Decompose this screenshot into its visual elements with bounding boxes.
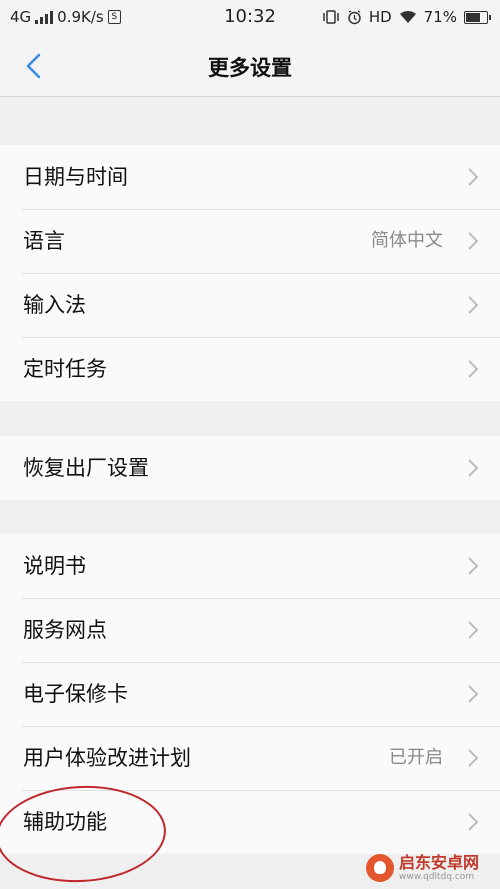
row-label: 输入法 — [23, 293, 86, 317]
settings-row-date-time[interactable]: 日期与时间 — [0, 145, 500, 209]
row-label: 语言 — [23, 229, 65, 253]
chevron-right-icon — [468, 813, 479, 831]
settings-group-1: 日期与时间 语言 简体中文 输入法 定时任务 — [0, 145, 500, 401]
wifi-icon — [399, 10, 416, 23]
nav-bar: 更多设置 — [0, 34, 500, 97]
settings-group-2: 恢复出厂设置 — [0, 436, 500, 500]
row-value: 已开启 — [389, 747, 443, 768]
battery-icon — [464, 10, 491, 24]
settings-row-factory-reset[interactable]: 恢复出厂设置 — [0, 436, 500, 500]
chevron-right-icon — [468, 749, 479, 767]
row-label: 辅助功能 — [23, 810, 107, 834]
page-title: 更多设置 — [208, 56, 292, 80]
settings-row-accessibility[interactable]: 辅助功能 — [0, 790, 500, 854]
status-right: HD 71% — [322, 8, 491, 26]
chevron-right-icon — [468, 232, 479, 250]
watermark: 启东安卓网 www.qdltdq.com — [366, 848, 498, 888]
row-label: 日期与时间 — [23, 165, 128, 189]
chevron-right-icon — [468, 296, 479, 314]
row-label: 恢复出厂设置 — [23, 456, 149, 480]
row-label: 电子保修卡 — [23, 682, 128, 706]
alarm-icon — [348, 9, 361, 24]
chevron-right-icon — [468, 621, 479, 639]
battery-percent: 71% — [423, 8, 457, 26]
settings-row-service-outlets[interactable]: 服务网点 — [0, 598, 500, 662]
chevron-right-icon — [468, 685, 479, 703]
chevron-right-icon — [468, 557, 479, 575]
settings-row-manual[interactable]: 说明书 — [0, 534, 500, 598]
settings-row-language[interactable]: 语言 简体中文 — [0, 209, 500, 273]
vibrate-icon — [323, 10, 339, 24]
row-label: 说明书 — [23, 554, 86, 578]
chevron-right-icon — [468, 360, 479, 378]
row-label: 用户体验改进计划 — [23, 746, 191, 770]
row-label: 服务网点 — [23, 618, 107, 642]
settings-row-ux-program[interactable]: 用户体验改进计划 已开启 — [0, 726, 500, 790]
watermark-title: 启东安卓网 — [399, 852, 480, 872]
settings-row-scheduled-tasks[interactable]: 定时任务 — [0, 337, 500, 401]
watermark-url: www.qdltdq.com — [399, 871, 475, 882]
settings-row-input-method[interactable]: 输入法 — [0, 273, 500, 337]
row-value: 简体中文 — [371, 230, 443, 251]
chevron-right-icon — [468, 459, 479, 477]
status-bar: 4G 0.9K/s S 10:32 HD 71% — [0, 0, 500, 34]
hd-label: HD — [368, 8, 392, 26]
chevron-right-icon — [468, 168, 479, 186]
watermark-text: 启东安卓网 www.qdltdq.com — [399, 852, 480, 883]
settings-row-warranty-card[interactable]: 电子保修卡 — [0, 662, 500, 726]
watermark-logo-icon — [366, 854, 394, 882]
row-label: 定时任务 — [23, 357, 107, 381]
settings-group-3: 说明书 服务网点 电子保修卡 用户体验改进计划 已开启 辅助功能 — [0, 534, 500, 854]
